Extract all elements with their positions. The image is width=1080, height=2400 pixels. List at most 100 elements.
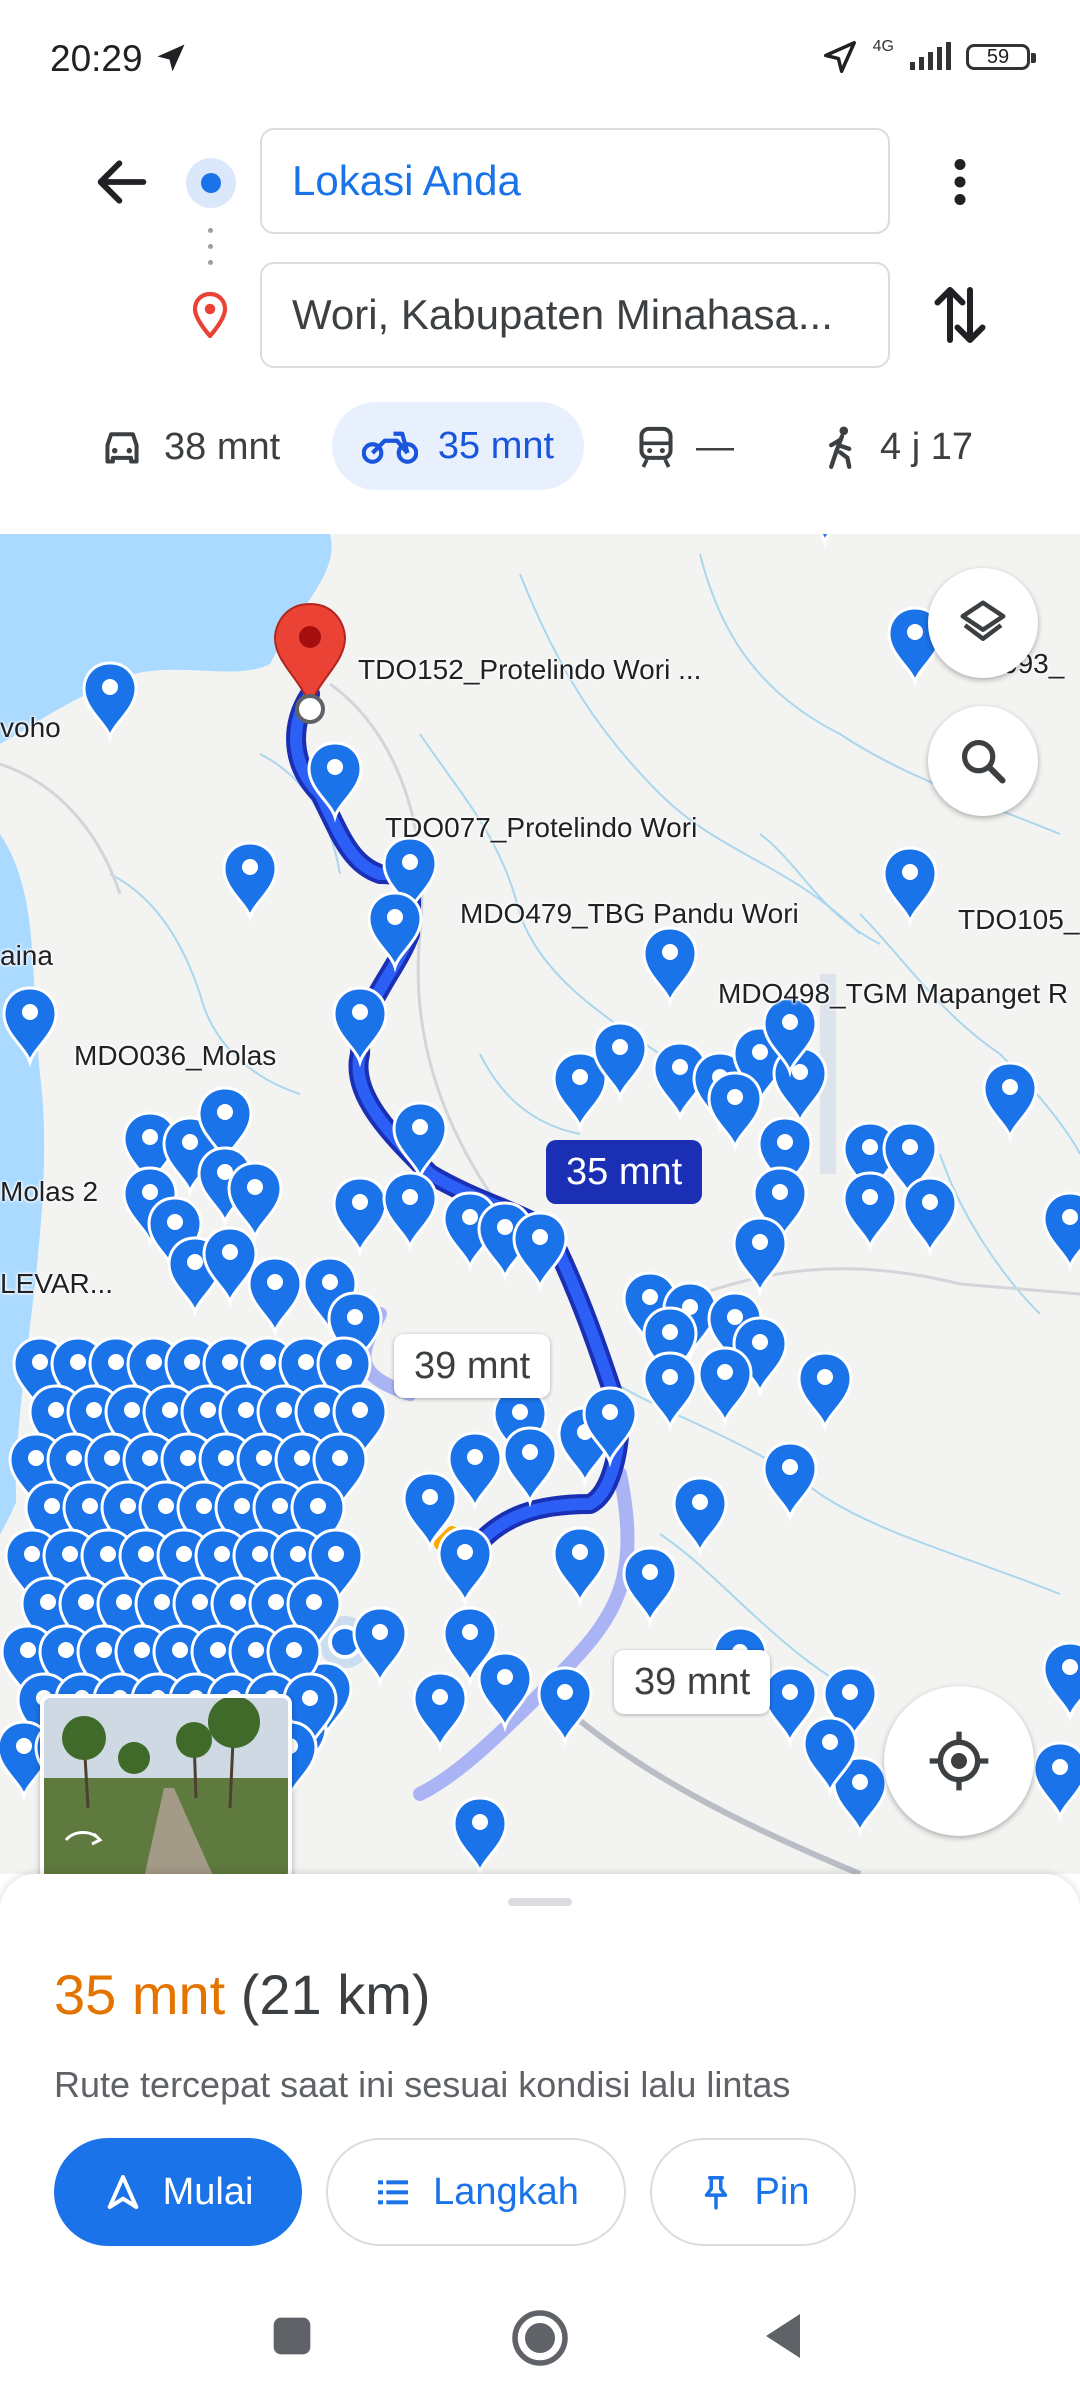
site-pin-dot	[387, 909, 403, 925]
navigation-arrow-icon	[157, 44, 185, 72]
site-pin-dot	[230, 1594, 246, 1610]
map-label[interactable]: MDO479_TBG Pandu Wori	[460, 898, 799, 930]
site-pin-dot	[28, 1450, 44, 1466]
site-pin-dot	[120, 1498, 136, 1514]
site-pin-dot	[727, 1309, 743, 1325]
layers-icon	[960, 600, 1006, 641]
site-pin-dot	[752, 1234, 768, 1250]
mode-walk[interactable]: 4 j 17	[824, 402, 973, 492]
search-along-route-button[interactable]	[928, 706, 1038, 816]
site-pin-dot	[352, 1194, 368, 1210]
motorcycle-icon	[361, 431, 418, 464]
street-view-image	[44, 1698, 288, 1874]
site-pin-dot	[222, 1354, 238, 1370]
site-pin-dot	[310, 1498, 326, 1514]
crosshair-icon	[929, 1731, 989, 1791]
site-pin-dot	[146, 1354, 162, 1370]
route-summary: 35 mnt (21 km)	[54, 1962, 431, 2027]
site-pin-dot	[782, 1014, 798, 1030]
map-label[interactable]: LEVAR...	[0, 1268, 113, 1300]
site-pin-dot	[134, 1642, 150, 1658]
site-pin-dot	[78, 1594, 94, 1610]
back-arrow-icon[interactable]	[90, 150, 154, 214]
alt-route-time-bubble[interactable]: 39 mnt	[394, 1334, 551, 1398]
destination-field[interactable]: Wori, Kabupaten Minahasa...	[260, 262, 890, 368]
site-pin-dot	[142, 1184, 158, 1200]
site-pin-dot	[22, 1004, 38, 1020]
site-pin-dot	[852, 1774, 868, 1790]
site-pin-dot	[372, 1624, 388, 1640]
site-pin-dot	[172, 1642, 188, 1658]
site-pin-dot	[772, 1184, 788, 1200]
clock: 20:29	[50, 38, 143, 79]
site-pin-dot	[412, 1119, 428, 1135]
site-pin-dot	[102, 679, 118, 695]
site-pin-dot	[862, 1189, 878, 1205]
mode-car[interactable]: 38 mnt	[100, 402, 280, 492]
mode-motorcycle[interactable]: 35 mnt	[332, 402, 584, 490]
back-triangle-icon[interactable]	[760, 2310, 808, 2362]
recent-apps-icon[interactable]	[270, 2314, 314, 2358]
site-pin-dot	[260, 1354, 276, 1370]
site-pin-dot	[276, 1402, 292, 1418]
site-pin-dot	[462, 1624, 478, 1640]
drag-handle[interactable]	[508, 1898, 572, 1906]
site-pin-dot	[104, 1450, 120, 1466]
start-button[interactable]: Mulai	[54, 2138, 302, 2246]
layers-button[interactable]	[928, 568, 1038, 678]
pin-button[interactable]: Pin	[650, 2138, 856, 2246]
site-pin-dot	[96, 1642, 112, 1658]
map-label[interactable]: MDO036_Molas	[74, 1040, 276, 1072]
my-location-button[interactable]	[884, 1686, 1034, 1836]
pin-label: Pin	[754, 2170, 810, 2213]
map-label[interactable]: Molas 2	[0, 1176, 98, 1208]
steps-button[interactable]: Langkah	[326, 2138, 626, 2246]
home-icon[interactable]	[510, 2308, 570, 2368]
map-label[interactable]: TDO105_	[958, 904, 1079, 936]
site-pin-dot	[238, 1402, 254, 1418]
site-pin-dot	[62, 1546, 78, 1562]
route-time-bubble[interactable]: 35 mnt	[546, 1140, 703, 1204]
map-label[interactable]: TDO152_Protelindo Wori ...	[358, 654, 701, 686]
route-duration: 35 mnt	[54, 1963, 226, 2026]
street-view-thumbnail[interactable]	[40, 1694, 292, 1874]
map-label[interactable]: voho	[0, 712, 61, 744]
alt-route-time-bubble[interactable]: 39 mnt	[614, 1650, 771, 1714]
map-label[interactable]: TDO077_Protelindo Wori	[385, 812, 697, 844]
map-label[interactable]: aina	[0, 940, 53, 972]
map-view[interactable]: TDO152_Protelindo Wori ... TDO077_Protel…	[0, 534, 1080, 1874]
site-pin-dot	[822, 1734, 838, 1750]
site-pin-dot	[100, 1546, 116, 1562]
site-pin-dot	[116, 1594, 132, 1610]
site-pin-dot	[158, 1498, 174, 1514]
site-pin-dot	[402, 854, 418, 870]
list-icon	[378, 2180, 409, 2205]
network-type: 4G	[872, 38, 894, 55]
site-pin-dot	[522, 1444, 538, 1460]
site-pin-dot	[124, 1402, 140, 1418]
site-pin-dot	[557, 1684, 573, 1700]
battery-icon: 59	[966, 44, 1036, 70]
site-pin-dot	[167, 1214, 183, 1230]
map-label[interactable]: MDO498_TGM Mapanget R	[718, 978, 1068, 1010]
site-pin-dot	[66, 1450, 82, 1466]
site-pin-dot	[184, 1354, 200, 1370]
mode-motorcycle-time: 35 mnt	[437, 424, 555, 467]
site-pin-dot	[20, 1642, 36, 1658]
origin-field[interactable]: Lokasi Anda	[260, 128, 890, 234]
site-pin-dot	[472, 1814, 488, 1830]
site-pin-dot	[862, 1139, 878, 1155]
site-pin-dot	[48, 1402, 64, 1418]
site-pin-dot	[352, 1402, 368, 1418]
train-icon	[639, 426, 673, 468]
site-pin-dot	[727, 1089, 743, 1105]
mode-transit[interactable]: —	[636, 402, 734, 492]
more-options-icon[interactable]	[930, 150, 990, 214]
site-pin-dot	[422, 1489, 438, 1505]
mode-transit-time: —	[696, 425, 734, 468]
car-icon	[105, 432, 139, 464]
site-pin-dot	[142, 1450, 158, 1466]
swap-icon[interactable]	[930, 280, 990, 350]
site-pin-dot	[322, 1274, 338, 1290]
site-pin-dot	[752, 1334, 768, 1350]
